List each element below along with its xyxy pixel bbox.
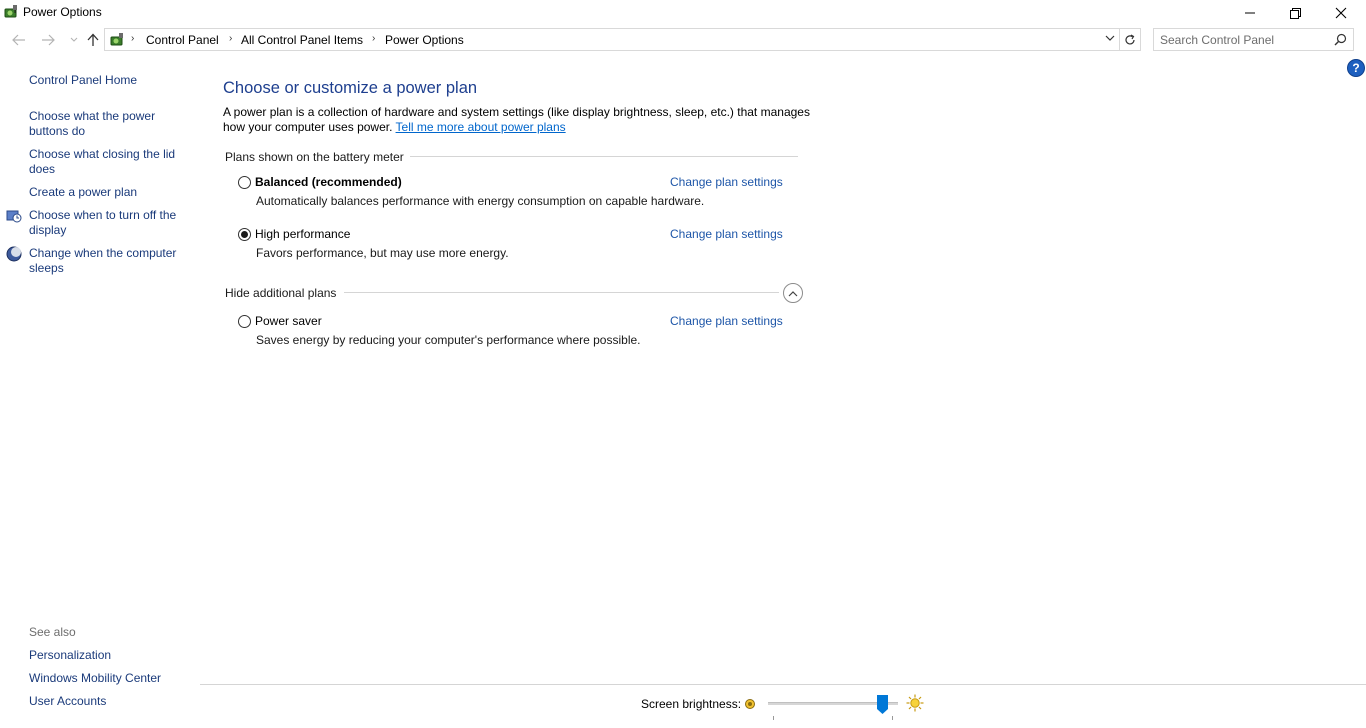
chevron-down-icon — [70, 37, 78, 42]
battery-meter-group-header: Plans shown on the battery meter — [225, 150, 404, 164]
window-title: Power Options — [23, 5, 102, 19]
tell-me-more-link[interactable]: Tell me more about power plans — [396, 120, 566, 134]
breadcrumb-separator[interactable]: › — [372, 33, 375, 44]
arrow-up-icon — [87, 33, 99, 46]
see-also-personalization[interactable]: Personalization — [29, 648, 111, 662]
radio-power-saver[interactable] — [238, 315, 251, 328]
refresh-button[interactable] — [1120, 28, 1141, 51]
bright-brightness-icon — [906, 694, 924, 712]
change-plan-settings-power-saver[interactable]: Change plan settings — [670, 314, 783, 328]
footer-divider — [200, 684, 1366, 685]
control-panel-home-link[interactable]: Control Panel Home — [29, 73, 189, 88]
power-options-icon — [4, 5, 17, 18]
change-plan-settings-balanced[interactable]: Change plan settings — [670, 175, 783, 189]
forward-button[interactable] — [38, 31, 58, 49]
sidebar-item-turn-off-display[interactable]: Choose when to turn off the display — [29, 208, 189, 238]
minimize-icon — [1245, 12, 1255, 14]
up-button[interactable] — [83, 31, 103, 49]
brightness-label: Screen brightness: — [641, 697, 742, 711]
breadcrumb-separator[interactable]: › — [229, 33, 232, 44]
control-panel-icon — [110, 33, 123, 46]
display-timer-icon — [6, 210, 22, 223]
navigation-bar: › Control Panel › All Control Panel Item… — [0, 27, 1366, 53]
collapse-button[interactable] — [783, 283, 803, 303]
group-divider — [344, 292, 779, 293]
breadcrumb-control-panel[interactable]: Control Panel — [146, 33, 219, 47]
refresh-icon — [1125, 33, 1135, 44]
radio-balanced[interactable] — [238, 176, 251, 189]
recent-locations-button[interactable] — [64, 31, 84, 49]
close-button[interactable] — [1318, 0, 1364, 26]
see-also-user-accounts[interactable]: User Accounts — [29, 694, 106, 708]
sidebar-item-power-buttons[interactable]: Choose what the power buttons do — [29, 109, 189, 139]
slider-tick — [892, 716, 893, 720]
breadcrumb-all-items[interactable]: All Control Panel Items — [241, 33, 363, 47]
page-title: Choose or customize a power plan — [223, 79, 478, 97]
title-bar: Power Options — [0, 0, 1366, 26]
arrow-right-icon — [42, 34, 55, 46]
plan-name-balanced[interactable]: Balanced (recommended) — [255, 175, 402, 189]
search-input[interactable] — [1160, 32, 1330, 48]
plan-description-power-saver: Saves energy by reducing your computer's… — [256, 333, 641, 347]
search-box[interactable] — [1153, 28, 1354, 51]
radio-high-performance[interactable] — [238, 228, 251, 241]
plan-description-high-performance: Favors performance, but may use more ene… — [256, 246, 509, 260]
arrow-left-icon — [12, 34, 25, 46]
breadcrumb-separator[interactable]: › — [131, 33, 134, 44]
intro-paragraph: A power plan is a collection of hardware… — [223, 105, 813, 135]
brightness-slider-thumb[interactable] — [877, 695, 888, 714]
restore-button[interactable] — [1272, 0, 1318, 26]
see-also-header: See also — [29, 625, 76, 639]
plan-name-high-performance[interactable]: High performance — [255, 227, 350, 241]
sidebar-item-create-plan[interactable]: Create a power plan — [29, 185, 189, 200]
sleep-moon-icon — [6, 246, 22, 262]
breadcrumb-power-options[interactable]: Power Options — [385, 33, 464, 47]
dim-brightness-icon — [745, 699, 755, 709]
minimize-button[interactable] — [1227, 0, 1273, 26]
help-icon[interactable]: ? — [1347, 59, 1365, 77]
search-icon[interactable] — [1334, 33, 1347, 46]
address-bar[interactable]: › Control Panel › All Control Panel Item… — [104, 28, 1120, 51]
slider-tick — [773, 716, 774, 720]
group-divider — [410, 156, 798, 157]
chevron-down-icon[interactable] — [1105, 35, 1115, 42]
restore-icon — [1289, 7, 1301, 19]
chevron-up-icon — [788, 290, 798, 296]
sidebar-item-closing-lid[interactable]: Choose what closing the lid does — [29, 147, 189, 177]
additional-plans-group-header[interactable]: Hide additional plans — [225, 286, 336, 300]
sidebar-item-computer-sleeps[interactable]: Change when the computer sleeps — [29, 246, 189, 276]
plan-description-balanced: Automatically balances performance with … — [256, 194, 705, 208]
see-also-mobility-center[interactable]: Windows Mobility Center — [29, 671, 161, 685]
plan-name-power-saver[interactable]: Power saver — [255, 314, 322, 328]
close-icon — [1335, 7, 1347, 19]
back-button[interactable] — [9, 31, 29, 49]
change-plan-settings-high-performance[interactable]: Change plan settings — [670, 227, 783, 241]
